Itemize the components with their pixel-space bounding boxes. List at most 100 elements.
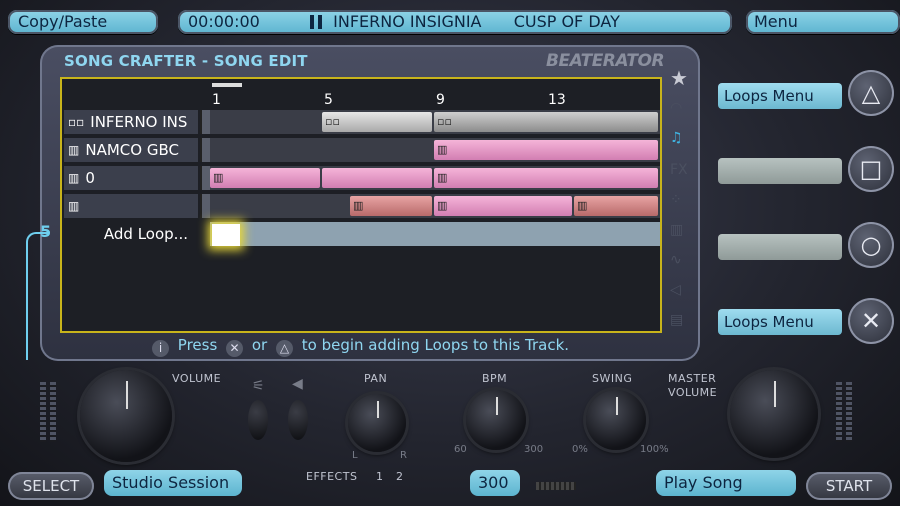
swing-caption: SWING [592, 372, 633, 385]
bar-ruler: 1 5 9 13 [212, 83, 660, 109]
speaker-icon[interactable]: ◁ [670, 282, 681, 298]
master-volume-caption-1: MASTER [668, 372, 717, 385]
track-name: INFERNO INS [90, 113, 188, 131]
keyboard-icon: ▥ [68, 199, 80, 213]
hint-text: i Press ✕ or △ to begin adding Loops to … [148, 336, 569, 357]
level-meter-right [836, 382, 842, 442]
volume-knob[interactable] [80, 370, 172, 462]
pan-caption: PAN [364, 372, 388, 385]
track-label[interactable]: ▥ 0 [64, 166, 198, 190]
record-icon[interactable]: ▤ [670, 312, 683, 328]
track-row[interactable]: ▥ NAMCO GBC ▥ [64, 138, 660, 164]
start-button[interactable]: START [806, 472, 892, 500]
effects-caption: EFFECTS [306, 470, 358, 483]
loop-icon: ▫▫ [325, 115, 340, 128]
loop-block[interactable]: ▥ [350, 196, 432, 216]
music-note-icon[interactable]: ♫ [670, 130, 683, 146]
level-meter-left [50, 382, 56, 442]
bpm-knob[interactable] [466, 390, 526, 450]
keyboard-icon: ▥ [353, 199, 364, 212]
empty-track-lane[interactable] [210, 222, 660, 246]
copy-paste-button[interactable]: Copy/Paste [8, 10, 158, 34]
loop-block[interactable]: ▥ [574, 196, 658, 216]
hint-or: or [251, 336, 268, 354]
star-icon[interactable]: ★ [670, 66, 688, 90]
pause-icon [310, 15, 323, 29]
empty-slot-2[interactable] [718, 234, 842, 260]
empty-slot-1[interactable] [718, 158, 842, 184]
level-meter-left [40, 382, 46, 442]
add-loop-label[interactable]: Add Loop... [64, 222, 198, 246]
headphones-icon[interactable]: ◠ [670, 100, 682, 116]
loop-block[interactable] [322, 168, 432, 188]
mute-icon: ⚟ [252, 378, 265, 394]
info-icon: i [152, 340, 169, 357]
volume-caption: VOLUME [172, 372, 222, 385]
select-button[interactable]: SELECT [8, 472, 94, 500]
selection-cursor[interactable] [212, 224, 240, 246]
playhead-marker[interactable] [212, 83, 242, 87]
track-lane[interactable]: ▫▫ ▫▫ [210, 110, 660, 134]
studio-session-button[interactable]: Studio Session [104, 470, 242, 496]
master-volume-knob[interactable] [730, 370, 818, 458]
keyboard-icon: ▥ [213, 171, 224, 184]
keyboard-icon: ▥ [577, 199, 588, 212]
track-lane[interactable]: ▥ ▥ [210, 166, 660, 190]
menu-label: Menu [754, 12, 798, 31]
time-display: 00:00:00 [188, 12, 260, 31]
square-button[interactable]: □ [848, 146, 894, 192]
bpm-max-label: 300 [524, 444, 544, 455]
effect-2-knob[interactable] [288, 400, 308, 440]
loop-block[interactable]: ▥ [434, 168, 658, 188]
hint-post: to begin adding Loops to this Track. [301, 336, 570, 354]
track-divider [200, 138, 210, 162]
track-number: 5 [40, 222, 52, 241]
loop-block[interactable]: ▫▫ [322, 112, 432, 132]
track-label[interactable]: ▥ [64, 194, 198, 218]
song-subtitle: CUSP OF DAY [513, 12, 620, 31]
pan-knob[interactable] [348, 394, 406, 452]
fx-icon[interactable]: FX [670, 162, 688, 178]
track-row[interactable]: ▥ 0 ▥ ▥ [64, 166, 660, 192]
track-row[interactable]: ▥ ▥ ▥ ▥ [64, 194, 660, 220]
waveform-icon[interactable]: ∿ [670, 252, 682, 268]
add-loop-row[interactable]: Add Loop... [64, 222, 660, 248]
effects-1-label: 1 [376, 470, 384, 483]
menu-button[interactable]: Menu [746, 10, 900, 34]
loop-block[interactable]: ▥ [210, 168, 320, 188]
pan-right-label: R [400, 450, 407, 461]
bpm-min-label: 60 [454, 444, 467, 455]
ruler-label: 13 [548, 92, 566, 108]
swing-knob[interactable] [586, 390, 646, 450]
triangle-button[interactable]: △ [848, 70, 894, 116]
track-lane[interactable]: ▥ ▥ ▥ [210, 194, 660, 218]
track-lane[interactable]: ▥ [210, 138, 660, 162]
mixer-icon[interactable]: ▥ [670, 222, 683, 238]
scatter-icon[interactable]: ⁘ [670, 192, 682, 208]
loop-block[interactable]: ▥ [434, 140, 658, 160]
song-grid[interactable]: 1 5 9 13 ▫▫ INFERNO INS ▫▫ ▫▫ ▥ NAMCO GBC … [60, 77, 662, 333]
cross-button[interactable]: ✕ [848, 298, 894, 344]
loop-block[interactable]: ▫▫ [434, 112, 658, 132]
track-label[interactable]: ▥ NAMCO GBC [64, 138, 198, 162]
loops-menu-bottom[interactable]: Loops Menu [718, 309, 842, 335]
brand-logo: BEATERATOR [546, 51, 665, 71]
bpm-value: 300 [470, 470, 520, 496]
swing-min-label: 0% [572, 444, 588, 455]
track-name: 0 [85, 169, 95, 187]
track-row[interactable]: ▫▫ INFERNO INS ▫▫ ▫▫ [64, 110, 660, 136]
effect-1-knob[interactable] [248, 400, 268, 440]
play-song-button[interactable]: Play Song [656, 470, 796, 496]
track-indicator-line [26, 232, 48, 360]
track-label[interactable]: ▫▫ INFERNO INS [64, 110, 198, 134]
loop-block[interactable]: ▥ [434, 196, 572, 216]
ruler-label: 5 [324, 92, 333, 108]
effects-2-label: 2 [396, 470, 404, 483]
circle-button[interactable]: ○ [848, 222, 894, 268]
track-divider [200, 166, 210, 190]
loop-icon: ▫▫ [437, 115, 452, 128]
keyboard-icon: ▥ [437, 171, 448, 184]
swing-max-label: 100% [640, 444, 669, 455]
loops-menu-top[interactable]: Loops Menu [718, 83, 842, 109]
keyboard-icon: ▥ [437, 199, 448, 212]
